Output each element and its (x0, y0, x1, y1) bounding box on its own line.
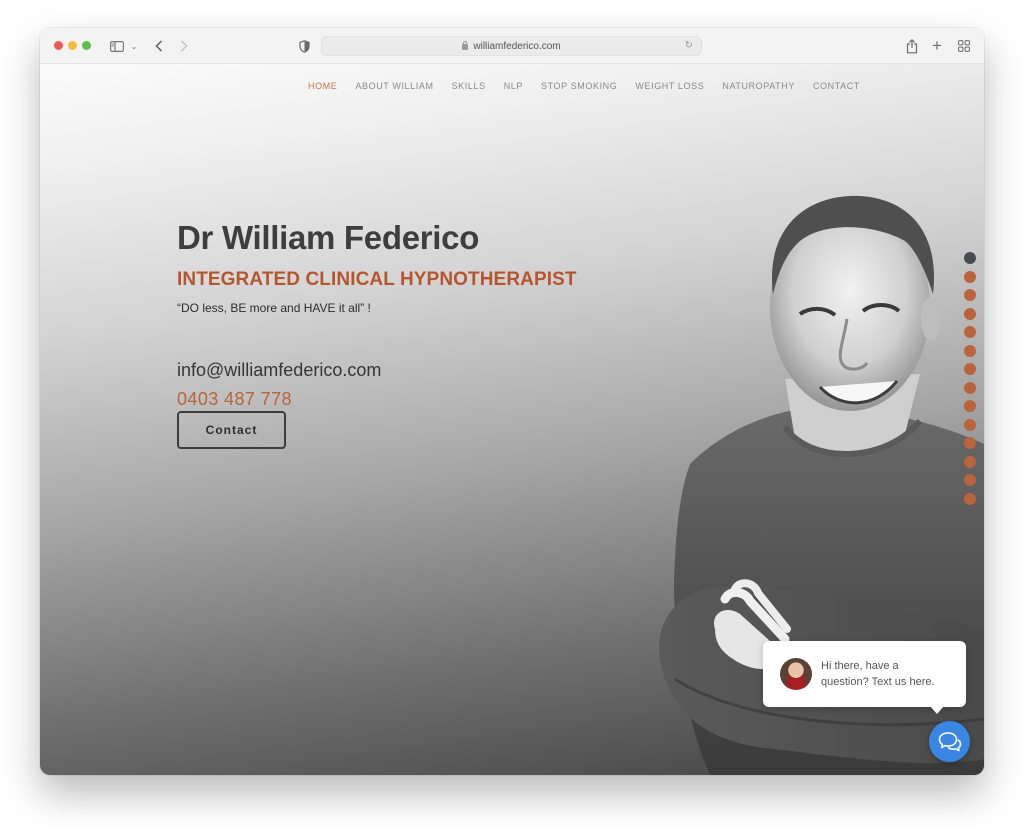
nav-item-naturopathy[interactable]: NATUROPATHY (722, 81, 795, 91)
address-bar[interactable]: williamfederico.com ↻ (321, 36, 702, 56)
nav-item-weight-loss[interactable]: WEIGHT LOSS (635, 81, 704, 91)
nav-item-contact[interactable]: CONTACT (813, 81, 860, 91)
nav-item-skills[interactable]: SKILLS (452, 81, 486, 91)
chat-prompt-bubble[interactable]: Hi there, have a question? Text us here. (763, 641, 966, 714)
section-dot-8[interactable] (964, 381, 976, 394)
chat-open-button[interactable] (929, 721, 970, 762)
grid-icon[interactable] (957, 37, 971, 55)
nav-item-stop-smoking[interactable]: STOP SMOKING (541, 81, 617, 91)
nav-item-about-william[interactable]: ABOUT WILLIAM (355, 81, 433, 91)
agent-avatar (780, 658, 812, 690)
minimize-window-button[interactable] (68, 41, 77, 50)
contact-button[interactable]: Contact (177, 411, 286, 449)
zoom-window-button[interactable] (82, 41, 91, 50)
section-dot-14[interactable] (964, 492, 976, 505)
section-dot-12[interactable] (964, 455, 976, 468)
phone-link[interactable]: 0403 487 778 (177, 389, 292, 410)
back-button[interactable] (152, 37, 166, 55)
hero-subtitle: INTEGRATED CLINICAL HYPNOTHERAPIST (177, 269, 577, 290)
chat-bubbles-icon (938, 731, 961, 751)
close-window-button[interactable] (54, 41, 63, 50)
lock-icon (462, 41, 469, 50)
shield-icon[interactable] (297, 37, 311, 55)
section-dot-11[interactable] (964, 437, 976, 449)
section-dot-7[interactable] (964, 363, 976, 375)
sidebar-icon[interactable] (109, 37, 125, 55)
share-icon[interactable] (905, 37, 919, 55)
plus-icon[interactable]: + (930, 36, 944, 55)
web-page: HOME ABOUT WILLIAM SKILLS NLP STOP SMOKI… (40, 64, 984, 775)
section-dot-nav (964, 252, 976, 505)
browser-window: ⌄ williamfederico.com ↻ + HOME ABOUT WIL… (40, 28, 984, 775)
section-dot-4[interactable] (964, 307, 976, 320)
reload-icon[interactable]: ↻ (685, 40, 693, 51)
forward-button[interactable] (177, 37, 191, 55)
chevron-down-icon[interactable]: ⌄ (130, 37, 138, 55)
section-dot-1[interactable] (964, 252, 976, 264)
nav-item-nlp[interactable]: NLP (504, 81, 523, 91)
chat-prompt-line-2: question? Text us here. (821, 676, 935, 688)
section-dot-2[interactable] (964, 270, 976, 283)
browser-toolbar: ⌄ williamfederico.com ↻ + (40, 28, 984, 64)
section-dot-13[interactable] (964, 474, 976, 486)
main-nav: HOME ABOUT WILLIAM SKILLS NLP STOP SMOKI… (308, 81, 878, 91)
hero-quote: “DO less, BE more and HAVE it all” ! (177, 301, 371, 315)
nav-item-home[interactable]: HOME (308, 81, 337, 91)
section-dot-10[interactable] (964, 418, 976, 431)
section-dot-5[interactable] (964, 326, 976, 338)
section-dot-6[interactable] (964, 344, 976, 357)
section-dot-3[interactable] (964, 289, 976, 301)
chat-prompt-line-1: Hi there, have a (821, 660, 899, 672)
hero-name: Dr William Federico (177, 219, 480, 256)
url-text: williamfederico.com (473, 40, 561, 52)
chat-prompt-text: Hi there, have a question? Text us here. (821, 658, 935, 690)
email-link[interactable]: info@williamfederico.com (177, 360, 381, 381)
section-dot-9[interactable] (964, 400, 976, 412)
